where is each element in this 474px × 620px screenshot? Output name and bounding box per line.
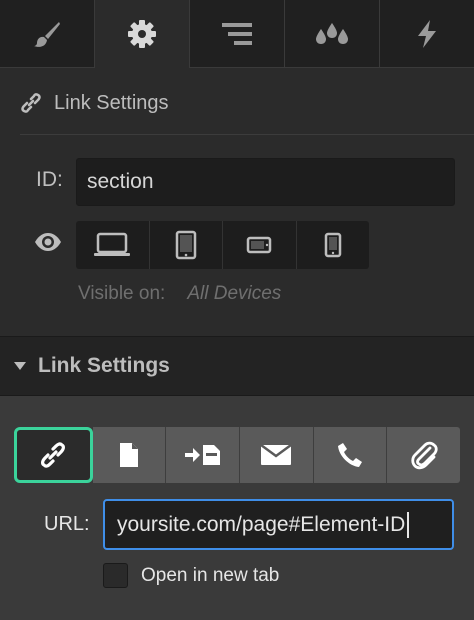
tablet-icon [175,230,196,260]
link-type-url-button[interactable] [14,427,93,483]
navigator-icon [222,22,252,45]
visible-on-label: Visible on: [78,283,166,304]
url-link-icon [41,442,66,468]
tab-navigator[interactable] [190,0,285,68]
id-label: ID: [36,168,63,191]
mobile-portrait-icon [324,232,341,258]
attachment-icon [411,441,438,470]
link-type-section-button[interactable] [166,427,241,483]
element-settings-title: Link Settings [54,91,169,114]
visible-on-value: All Devices [187,283,282,304]
collapse-caret-icon [14,362,26,370]
url-input[interactable]: yoursite.com/page#Element-ID [103,499,454,550]
device-desktop-button[interactable] [76,221,150,269]
device-mobile-landscape-button[interactable] [223,221,297,269]
url-label: URL: [44,513,90,535]
element-settings-heading: Link Settings [20,86,169,120]
link-type-selector [14,427,461,483]
link-type-phone-button[interactable] [313,427,388,483]
tab-interactions[interactable] [285,0,380,68]
panel-tab-bar [0,0,474,68]
device-mobile-portrait-button[interactable] [297,221,370,269]
id-input[interactable]: section [76,158,455,206]
brush-icon [34,21,60,47]
phone-icon [338,443,363,467]
tab-settings[interactable] [95,0,190,68]
email-icon [260,444,293,465]
open-new-tab-label[interactable]: Open in new tab [141,565,279,587]
link-icon [21,93,41,113]
section-link-icon [184,445,220,465]
visible-on-row: Visible on: All Devices [78,283,281,305]
device-visibility-group [76,221,369,269]
link-settings-title: Link Settings [38,354,170,377]
link-settings-header[interactable]: Link Settings [0,336,474,396]
open-new-tab-checkbox[interactable] [103,563,128,588]
drops-icon [316,22,348,44]
url-input-value: yoursite.com/page#Element-ID [117,512,406,536]
device-tablet-button[interactable] [150,221,223,269]
mobile-landscape-icon [247,236,272,254]
text-cursor [407,511,410,538]
lightning-icon [418,19,436,48]
link-type-attachment-button[interactable] [387,427,461,483]
desktop-icon [94,232,131,256]
divider [20,134,474,135]
gear-icon [128,20,156,48]
eye-icon [35,233,61,251]
page-icon [120,443,138,467]
link-type-page-button[interactable] [92,427,167,483]
settings-panel: Link Settings ID: section Visible on: Al… [0,0,474,620]
tab-style[interactable] [0,0,95,68]
tab-lightning[interactable] [380,0,474,68]
link-type-email-button[interactable] [240,427,314,483]
